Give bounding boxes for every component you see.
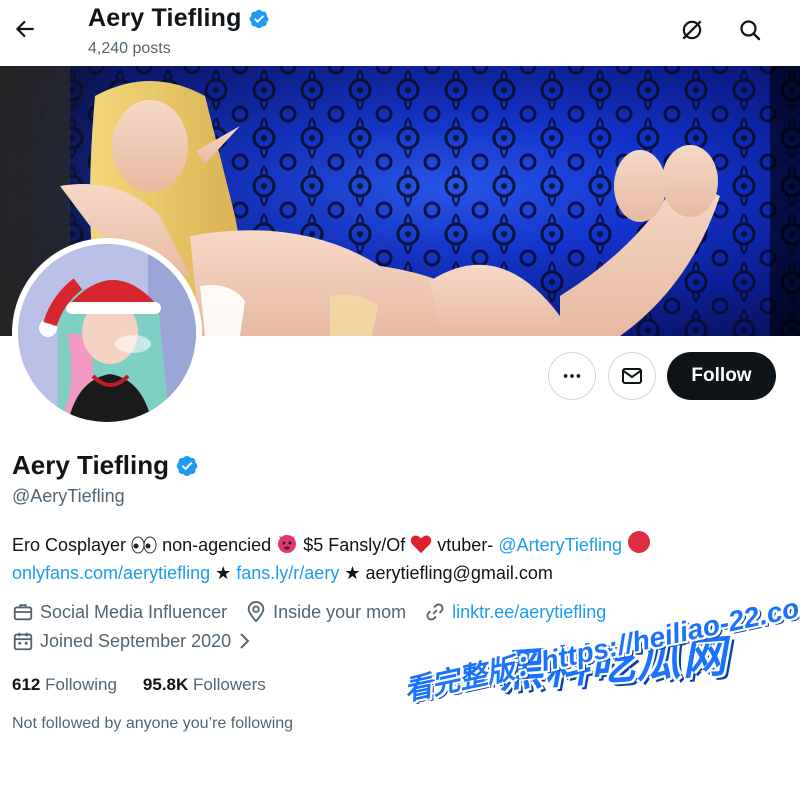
website-link[interactable]: linktr.ee/aerytiefling	[452, 602, 606, 623]
verified-badge-icon[interactable]	[175, 454, 199, 478]
bio-line-1: Ero Cosplayer non-agencied $5 Fansly/Of …	[12, 530, 782, 559]
back-button[interactable]	[8, 12, 42, 46]
following-count: 612	[12, 675, 41, 694]
red-circle-icon	[627, 531, 650, 553]
profile-name: Aery Tiefling	[12, 450, 170, 480]
joined-item[interactable]: Joined September 2020	[12, 630, 253, 652]
eyes-emoji-icon	[131, 536, 157, 554]
back-arrow-icon	[15, 20, 34, 38]
following-stat[interactable]: 612 Following	[12, 675, 117, 695]
bio-text: $5 Fansly/Of	[303, 535, 406, 555]
bio-line-2: onlyfans.com/aerytiefling ★ fans.ly/r/ae…	[12, 559, 782, 587]
bio-text: vtuber-	[437, 535, 494, 555]
avatar[interactable]	[12, 238, 202, 428]
bio-text: non-agencied	[162, 535, 272, 555]
bio-email: aerytiefling@gmail.com	[365, 563, 553, 583]
message-button[interactable]	[608, 352, 656, 400]
bio-mention-link[interactable]: @ArteryTiefling	[498, 535, 622, 555]
link-icon	[426, 603, 444, 621]
chevron-right-icon	[240, 633, 250, 649]
search-icon	[740, 20, 761, 41]
search-button[interactable]	[734, 14, 766, 46]
calendar-icon	[13, 632, 33, 651]
star-separator: ★	[215, 563, 232, 583]
follow-stats: 612 Following 95.8K Followers	[12, 675, 266, 695]
profile-handle: @AeryTiefling	[12, 486, 125, 506]
avatar-image	[18, 244, 196, 422]
bio-text: Ero Cosplayer	[12, 535, 127, 555]
devil-emoji-icon	[278, 535, 297, 553]
followers-label: Followers	[193, 675, 266, 694]
top-bar: Aery Tiefling 4,240 posts	[0, 0, 800, 66]
more-button[interactable]	[548, 352, 596, 400]
website-item[interactable]: linktr.ee/aerytiefling	[424, 601, 606, 623]
no-grok-icon	[682, 20, 702, 40]
mutual-followers-note: Not followed by anyone you’re following	[12, 715, 294, 732]
verified-badge-icon	[249, 9, 269, 28]
onlyfans-link[interactable]: onlyfans.com/aerytiefling	[12, 563, 210, 583]
profile-name-row: Aery Tiefling	[12, 450, 199, 481]
category-item: Social Media Influencer	[12, 601, 227, 623]
header-title-row: Aery Tiefling	[88, 4, 270, 33]
more-icon	[563, 374, 581, 378]
location-item: Inside your mom	[245, 601, 406, 623]
mail-icon	[622, 368, 642, 384]
location-label: Inside your mom	[273, 601, 407, 622]
joined-row[interactable]: Joined September 2020	[12, 630, 271, 652]
briefcase-icon	[13, 604, 33, 621]
star-separator: ★	[344, 563, 361, 583]
header-title: Aery Tiefling	[88, 4, 242, 32]
follow-button[interactable]: Follow	[667, 352, 776, 400]
red-heart-icon	[411, 535, 432, 554]
fansly-link[interactable]: fans.ly/r/aery	[236, 563, 339, 583]
grok-toggle-button[interactable]	[676, 14, 708, 46]
followers-stat[interactable]: 95.8K Followers	[143, 675, 266, 695]
joined-label: Joined September 2020	[40, 630, 232, 651]
location-pin-icon	[247, 601, 265, 623]
post-count: 4,240 posts	[88, 40, 171, 57]
profile-bio: Ero Cosplayer non-agencied $5 Fansly/Of …	[12, 530, 782, 587]
following-label: Following	[45, 675, 117, 694]
profile-meta: Social Media Influencer Inside your mom …	[12, 601, 624, 623]
category-label: Social Media Influencer	[40, 601, 228, 622]
followers-count: 95.8K	[142, 675, 189, 694]
